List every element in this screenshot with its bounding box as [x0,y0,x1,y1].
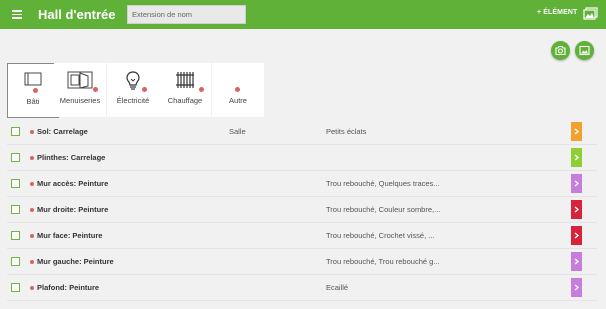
tab-autre[interactable]: Autre [212,63,264,117]
row-checkbox[interactable] [11,153,20,162]
open-item-button[interactable] [571,174,582,193]
image-icon [579,45,590,56]
lightbulb-icon [126,71,140,90]
chevron-right-icon [574,180,579,187]
item-title: Plafond: Peinture [37,283,100,292]
list-item[interactable]: Mur gauche: Peinture Trou rebouché, Trou… [7,249,597,275]
list-item[interactable]: Sol: Carrelage Salle Petits éclats [7,119,597,145]
status-dot [30,286,34,290]
gallery-button[interactable] [575,41,594,60]
open-item-button[interactable] [571,226,582,245]
list-item[interactable]: Plinthes: Carrelage [7,145,597,171]
item-description: Ecaillé [326,283,349,292]
tab-chauffage[interactable]: Chauffage [159,63,211,117]
item-description: Trou rebouché, Couleur sombre,... [326,205,441,214]
row-checkbox[interactable] [11,205,20,214]
item-location: Salle [229,127,246,136]
item-description: Trou rebouché, Quelques traces... [326,179,440,188]
tab-electricite[interactable]: Électricité [107,63,159,117]
row-checkbox[interactable] [11,179,20,188]
row-checkbox[interactable] [11,127,20,136]
camera-icon [555,45,566,56]
tab-label: Électricité [116,96,150,105]
status-dot [93,87,98,92]
window-icon [67,71,93,89]
list-item[interactable]: Mur accès: Peinture Trou rebouché, Quelq… [7,171,597,197]
tab-bati[interactable]: Bâti [7,63,59,118]
row-checkbox[interactable] [11,231,20,240]
chevron-right-icon [574,128,579,135]
top-app-bar: Hall d'entrée + ÉLÉMENT [0,0,606,29]
page-title: Hall d'entrée [38,7,116,22]
item-description: Petits éclats [326,127,367,136]
status-dot [30,234,34,238]
camera-button[interactable] [551,41,570,60]
chevron-right-icon [574,284,579,291]
item-title: Mur accès: Peinture [37,179,109,188]
chevron-right-icon [574,258,579,265]
tab-label: Autre [229,96,247,105]
row-checkbox[interactable] [11,283,20,292]
status-dot [30,182,34,186]
item-title: Sol: Carrelage [37,127,88,136]
tab-label: Bâti [26,97,40,106]
add-element-button[interactable]: + ÉLÉMENT [537,9,577,16]
item-title: Mur droite: Peinture [37,205,109,214]
open-item-button[interactable] [571,278,582,297]
status-dot [30,130,34,134]
open-item-button[interactable] [571,122,582,141]
status-dot [30,260,34,264]
status-dot [235,87,240,92]
status-dot [199,87,204,92]
tab-menuiseries[interactable]: Menuiseries [54,63,106,117]
wall-icon [24,72,42,86]
hamburger-menu-icon[interactable] [12,10,22,19]
chevron-right-icon [574,154,579,161]
status-dot [30,208,34,212]
open-item-button[interactable] [571,200,582,219]
open-item-button[interactable] [571,252,582,271]
status-dot [142,87,147,92]
list-item[interactable]: Plafond: Peinture Ecaillé [7,275,597,301]
chevron-right-icon [574,232,579,239]
item-description: Trou rebouché, Crochet vissé, ... [326,231,435,240]
photo-gallery-icon[interactable] [583,7,598,21]
item-title: Mur gauche: Peinture [37,257,114,266]
row-checkbox[interactable] [11,257,20,266]
list-item[interactable]: Mur face: Peinture Trou rebouché, Croche… [7,223,597,249]
item-description: Trou rebouché, Trou rebouché g... [326,257,440,266]
item-title: Mur face: Peinture [37,231,103,240]
tab-label: Menuiseries [59,96,101,105]
tab-label: Chauffage [167,96,203,105]
list-item[interactable]: Mur droite: Peinture Trou rebouché, Coul… [7,197,597,223]
radiator-icon [176,72,194,88]
chevron-right-icon [574,206,579,213]
search-input[interactable] [127,5,246,24]
item-title: Plinthes: Carrelage [37,153,106,162]
open-item-button[interactable] [571,148,582,167]
status-dot [33,88,38,93]
status-dot [30,156,34,160]
